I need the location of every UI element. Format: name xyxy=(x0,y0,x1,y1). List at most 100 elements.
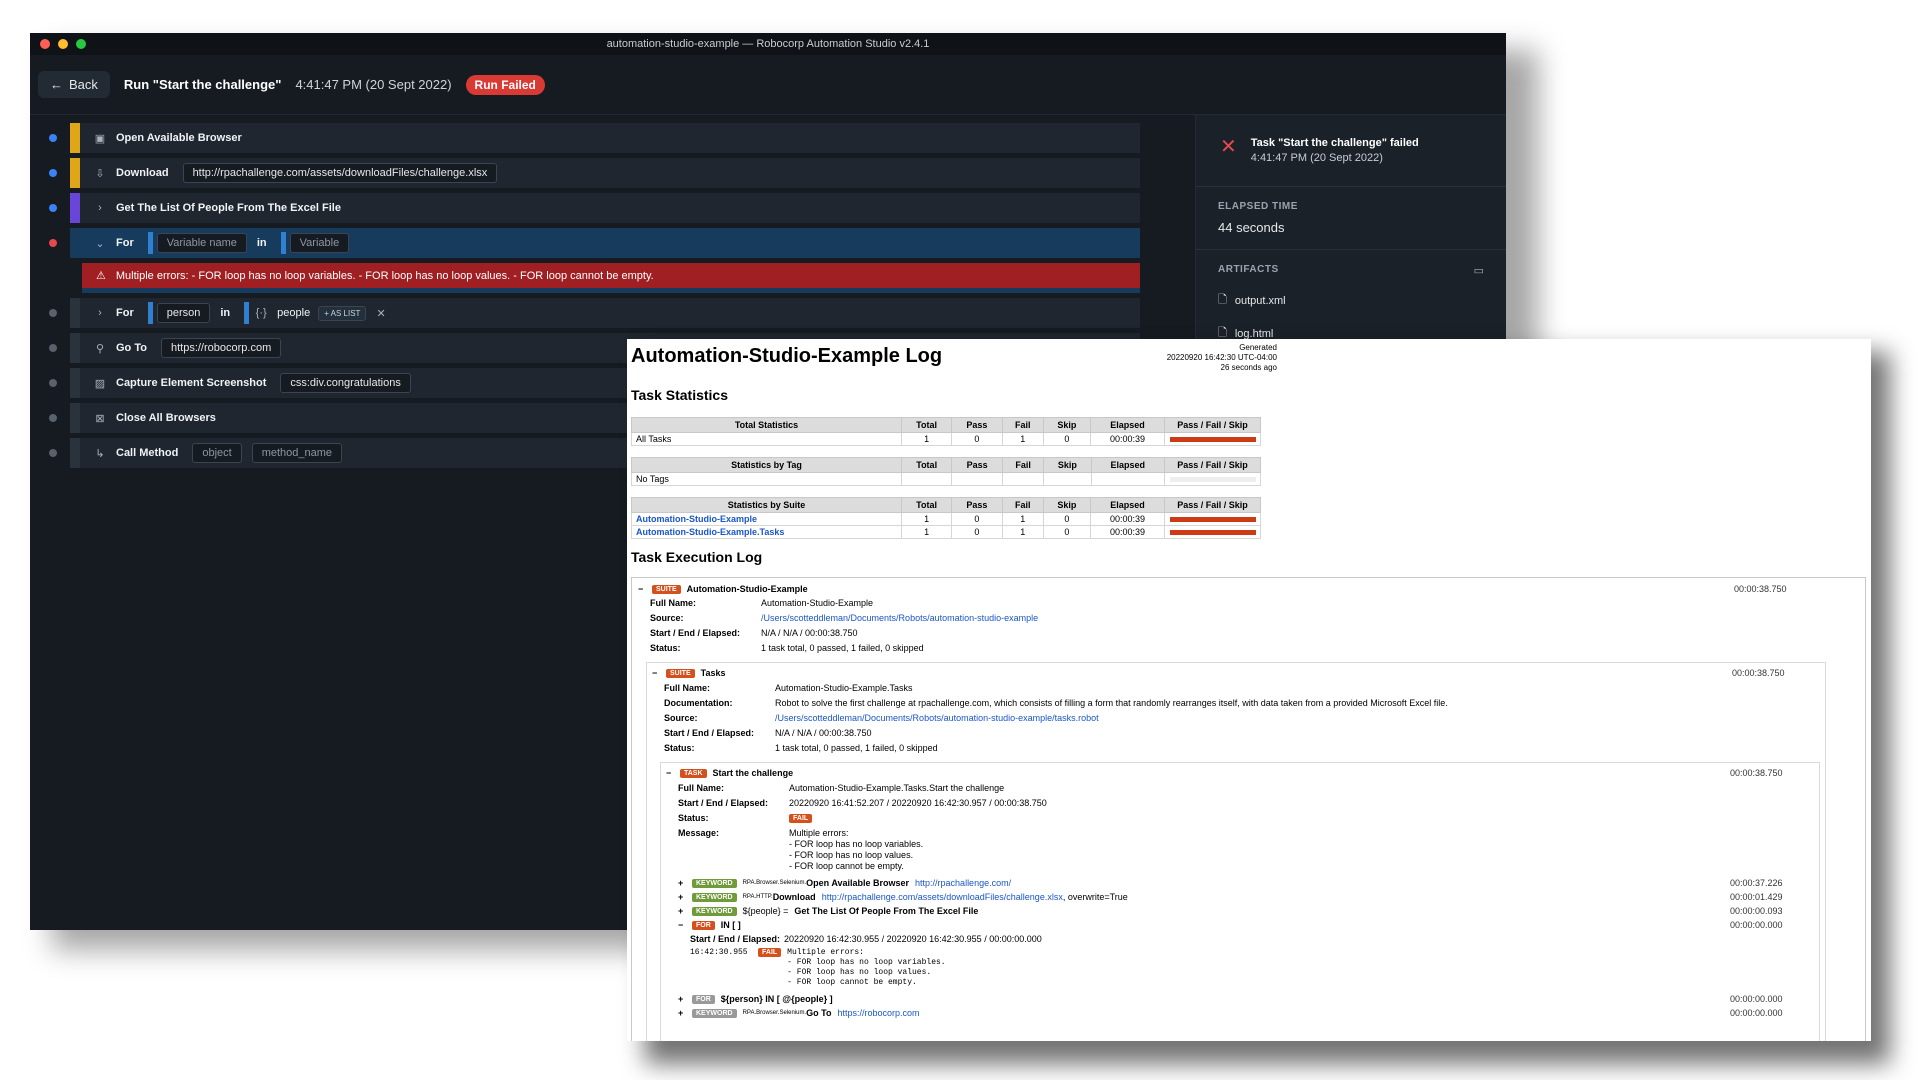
meta-row: Start / End / Elapsed: N/A / N/A / 00:00:… xyxy=(664,728,872,738)
table-header[interactable]: Skip xyxy=(1042,417,1091,433)
table-header[interactable]: Elapsed xyxy=(1089,417,1166,433)
keyword-arg-link[interactable]: http://rpachallenge.com/assets/downloadF… xyxy=(822,892,1063,902)
step-label: For xyxy=(116,307,134,319)
expand-icon[interactable]: + xyxy=(678,892,686,902)
table-header[interactable]: Pass xyxy=(951,457,1003,473)
table-header[interactable]: Skip xyxy=(1043,457,1092,473)
folder-icon[interactable]: ▭ xyxy=(1474,264,1484,277)
url-argument[interactable]: https://robocorp.com xyxy=(160,338,282,358)
keyword-row[interactable]: + KEYWORD ${people} = Get The List Of Peo… xyxy=(678,906,978,916)
step-open-browser[interactable]: ▣ Open Available Browser xyxy=(49,123,1140,153)
step-get-list[interactable]: › Get The List Of People From The Excel … xyxy=(49,193,1140,223)
expand-icon[interactable]: + xyxy=(678,906,686,916)
meta-value: 20220920 16:42:30.955 / 20220920 16:42:3… xyxy=(784,934,1042,944)
table-header[interactable]: Pass / Fail / Skip xyxy=(1164,497,1261,513)
collapse-icon[interactable]: − xyxy=(678,920,686,930)
collapse-icon[interactable]: − xyxy=(638,584,646,594)
method-argument[interactable]: method_name xyxy=(251,443,343,463)
for-tag: FOR xyxy=(692,994,715,1004)
table-header[interactable]: Statistics by Suite xyxy=(631,497,902,513)
meta-value: 20220920 16:41:52.207 / 20220920 16:42:3… xyxy=(789,798,1047,808)
elapsed-time: 00:00:01.429 xyxy=(1730,892,1783,902)
step-download[interactable]: ⇩ Download http://rpachallenge.com/asset… xyxy=(49,158,1140,188)
stat-skip: 0 xyxy=(1042,432,1091,446)
url-argument[interactable]: http://rpachallenge.com/assets/downloadF… xyxy=(182,163,498,183)
table-header[interactable]: Elapsed xyxy=(1089,497,1166,513)
expand-icon[interactable]: + xyxy=(678,878,686,888)
keyword-name: Open Available Browser xyxy=(806,878,910,888)
loop-values-value[interactable]: people xyxy=(277,307,310,319)
message-line: Multiple errors: xyxy=(789,828,849,838)
step-status-dot xyxy=(49,379,57,387)
table-header[interactable]: Pass / Fail / Skip xyxy=(1164,417,1261,433)
chevron-down-icon[interactable]: ⌄ xyxy=(92,237,108,250)
meta-value: 1 task total, 0 passed, 1 failed, 0 skip… xyxy=(761,643,924,653)
locator-argument[interactable]: css:div.congratulations xyxy=(280,373,411,393)
step-status-dot xyxy=(49,134,57,142)
table-header[interactable]: Total xyxy=(900,457,953,473)
suite-row[interactable]: − SUITE Automation-Studio-Example xyxy=(638,584,808,594)
keyword-arg-link[interactable]: http://rpachallenge.com/ xyxy=(915,878,1011,888)
keyword-library: RPA.Browser.Selenium. xyxy=(742,1010,807,1016)
loop-variable-input[interactable]: person xyxy=(156,303,211,323)
log-message: Multiple errors: - FOR loop has no loop … xyxy=(787,948,946,987)
step-label: Close All Browsers xyxy=(116,412,216,424)
message-line: - FOR loop has no loop variables. xyxy=(789,839,924,849)
fail-badge: FAIL xyxy=(789,813,813,823)
table-header[interactable]: Total Statistics xyxy=(631,417,902,433)
meta-row: Message: Multiple errors: - FOR loop has… xyxy=(678,828,923,872)
table-header[interactable]: Pass / Fail / Skip xyxy=(1164,457,1261,473)
table-header[interactable]: Fail xyxy=(1001,497,1044,513)
meta-key: Full Name: xyxy=(678,783,725,793)
table-header[interactable]: Fail xyxy=(1001,457,1045,473)
run-status-badge: Run Failed xyxy=(465,74,545,95)
meta-row: Start / End / Elapsed: N/A / N/A / 00:00:… xyxy=(650,628,858,638)
table-header[interactable]: Fail xyxy=(1001,417,1044,433)
collapse-icon[interactable]: − xyxy=(652,668,660,678)
arrow-left-icon: ← xyxy=(50,77,63,92)
collapse-icon[interactable]: − xyxy=(666,768,674,778)
expand-icon[interactable]: + xyxy=(678,1008,686,1018)
keyword-arg-link[interactable]: https://robocorp.com xyxy=(837,1008,919,1018)
loop-values-input[interactable]: Variable xyxy=(289,233,350,253)
loop-variable-input[interactable]: Variable name xyxy=(156,233,247,253)
keyword-tag: KEYWORD xyxy=(692,892,737,902)
table-header[interactable]: Elapsed xyxy=(1090,457,1166,473)
table-header[interactable]: Skip xyxy=(1042,497,1091,513)
close-icon[interactable]: ✕ xyxy=(376,307,385,320)
artifact-item[interactable]: 🗋 output.xml xyxy=(1218,291,1484,310)
object-argument[interactable]: object xyxy=(192,443,242,463)
suite-link[interactable]: Automation-Studio-Example xyxy=(631,512,902,526)
suite-row[interactable]: − SUITE Tasks xyxy=(652,668,725,678)
source-link[interactable]: /Users/scotteddleman/Documents/Robots/au… xyxy=(761,613,1038,623)
step-color-bar xyxy=(70,368,80,398)
keyword-row[interactable]: + KEYWORD RPA.Browser.Selenium. Go To htt… xyxy=(678,1008,920,1018)
keyword-row[interactable]: + KEYWORD RPA.Browser.Selenium. Open Avai… xyxy=(678,878,1011,888)
task-message: Multiple errors: - FOR loop has no loop … xyxy=(789,828,923,872)
back-button[interactable]: ← Back xyxy=(38,71,110,98)
step-label: Capture Element Screenshot xyxy=(116,377,267,389)
artifact-name: log.html xyxy=(1234,327,1274,340)
source-link[interactable]: /Users/scotteddleman/Documents/Robots/au… xyxy=(775,713,1099,723)
chevron-right-icon[interactable]: › xyxy=(92,202,108,214)
chevron-right-icon[interactable]: › xyxy=(92,307,108,319)
expand-icon[interactable]: + xyxy=(678,994,686,1004)
stat-skip xyxy=(1043,472,1092,486)
table-header[interactable]: Statistics by Tag xyxy=(631,457,902,473)
meta-key: Start / End / Elapsed: xyxy=(664,728,755,738)
for-row[interactable]: − FOR IN [ ] xyxy=(678,920,741,930)
for-row[interactable]: + FOR ${person} IN [ @{people} ] xyxy=(678,994,833,1004)
keyword-row[interactable]: + KEYWORD RPA.HTTP. Download http://rpach… xyxy=(678,892,1128,902)
table-header[interactable]: Pass xyxy=(951,497,1003,513)
table-header[interactable]: Pass xyxy=(951,417,1003,433)
task-row[interactable]: − TASK Start the challenge xyxy=(666,768,793,778)
step-for-person[interactable]: › For person in {·} people + AS LIST ✕ xyxy=(49,298,1140,328)
table-header[interactable]: Total xyxy=(900,417,953,433)
suite-link[interactable]: Automation-Studio-Example.Tasks xyxy=(631,525,902,539)
meta-key: Documentation: xyxy=(664,698,733,708)
meta-row: Full Name: Automation-Studio-Example xyxy=(650,598,873,608)
meta-key: Full Name: xyxy=(664,683,711,693)
as-list-tag[interactable]: + AS LIST xyxy=(318,305,367,321)
step-for-active[interactable]: ⌄ For Variable name in Variable xyxy=(49,228,1140,258)
table-header[interactable]: Total xyxy=(900,497,953,513)
